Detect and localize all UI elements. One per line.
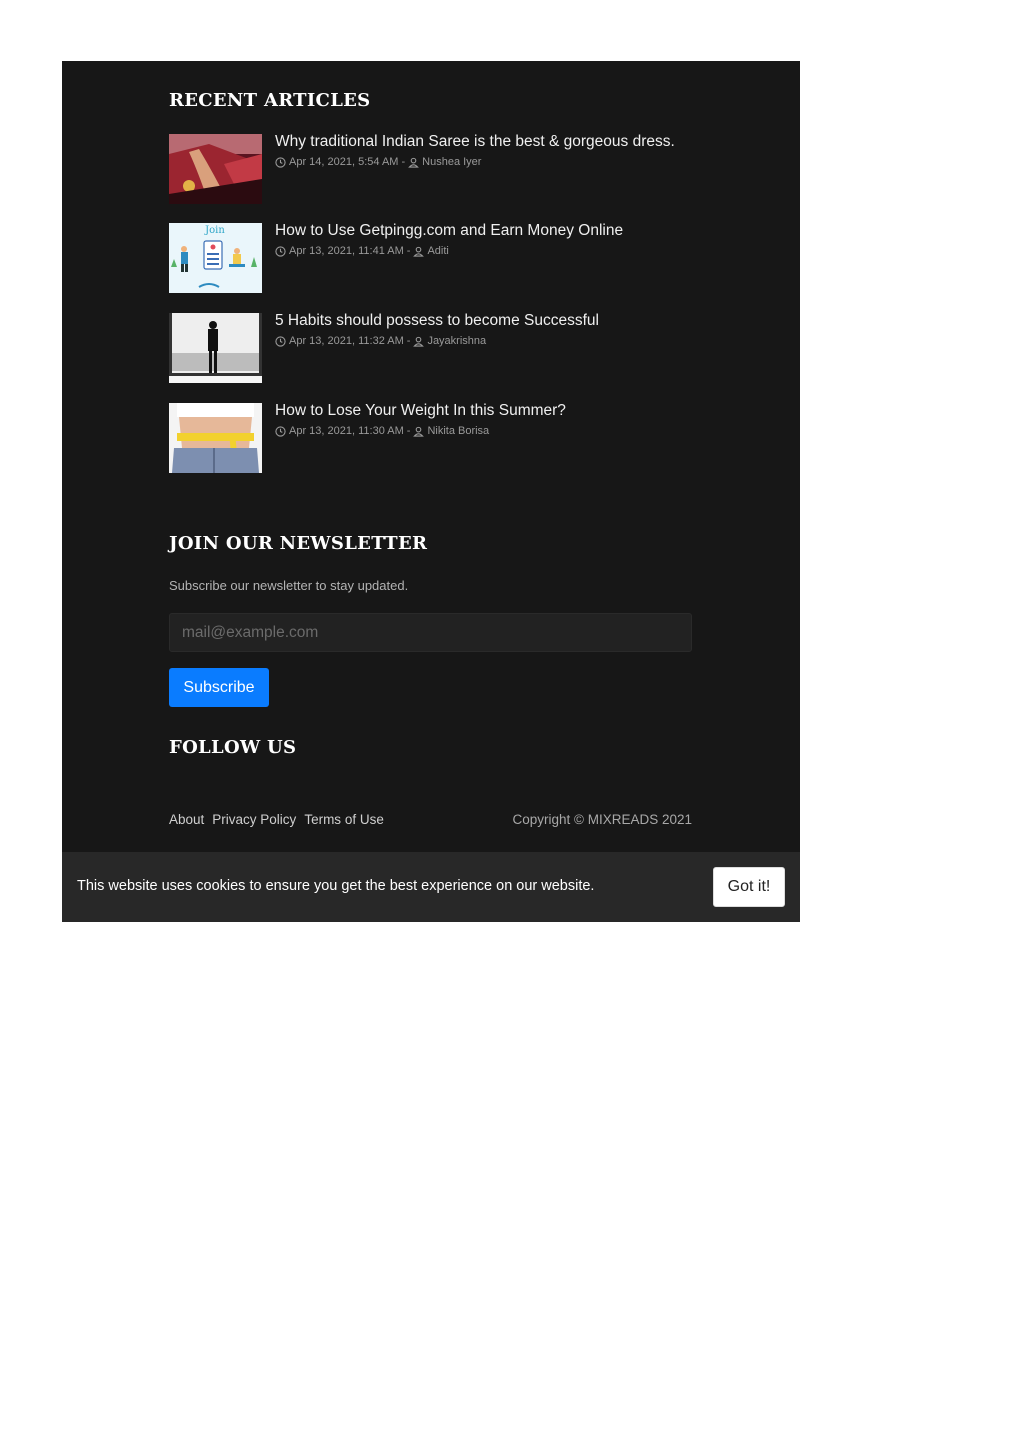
footer-links: About Privacy Policy Terms of Use: [169, 812, 384, 827]
user-icon: [413, 426, 425, 437]
article-item[interactable]: Why traditional Indian Saree is the best…: [169, 133, 692, 204]
article-author[interactable]: Nikita Borisa: [427, 425, 489, 437]
copyright-text: Copyright © MIXREADS 2021: [512, 812, 692, 827]
article-title[interactable]: How to Use Getpingg.com and Earn Money O…: [275, 222, 623, 240]
article-title[interactable]: 5 Habits should possess to become Succes…: [275, 312, 599, 330]
meta-separator: -: [406, 335, 411, 347]
article-item[interactable]: How to Lose Your Weight In this Summer? …: [169, 402, 692, 473]
newsletter-description: Subscribe our newsletter to stay updated…: [169, 578, 409, 593]
user-icon: [408, 157, 420, 168]
article-date: Apr 13, 2021, 11:41 AM: [289, 245, 404, 257]
article-title[interactable]: Why traditional Indian Saree is the best…: [275, 133, 675, 151]
cookie-message: This website uses cookies to ensure you …: [77, 878, 595, 894]
privacy-policy-link[interactable]: Privacy Policy: [212, 812, 296, 827]
footer-panel: RECENT ARTICLES Why traditional Indian S…: [62, 61, 800, 922]
recent-articles-heading: RECENT ARTICLES: [169, 90, 371, 111]
subscribe-button[interactable]: Subscribe: [169, 668, 269, 707]
article-item[interactable]: 5 Habits should possess to become Succes…: [169, 312, 692, 383]
article-date: Apr 13, 2021, 11:32 AM: [289, 335, 404, 347]
man-at-window-photo[interactable]: [169, 313, 262, 383]
article-meta: Apr 13, 2021, 11:30 AM - Nikita Borisa: [275, 425, 489, 437]
article-author[interactable]: Jayakrishna: [427, 335, 486, 347]
article-author[interactable]: Nushea Iyer: [422, 156, 481, 168]
user-icon: [413, 246, 425, 257]
got-it-button[interactable]: Got it!: [713, 867, 785, 907]
article-author[interactable]: Aditi: [427, 245, 448, 257]
meta-separator: -: [401, 156, 406, 168]
about-link[interactable]: About: [169, 812, 204, 827]
article-date: Apr 13, 2021, 11:30 AM: [289, 425, 404, 437]
article-meta: Apr 13, 2021, 11:41 AM - Aditi: [275, 245, 449, 257]
meta-separator: -: [406, 425, 411, 437]
measuring-tape-photo[interactable]: [169, 403, 262, 473]
follow-us-heading: FOLLOW US: [169, 737, 297, 758]
article-title[interactable]: How to Lose Your Weight In this Summer?: [275, 402, 566, 420]
email-field[interactable]: [169, 613, 692, 652]
article-meta: Apr 14, 2021, 5:54 AM - Nushea Iyer: [275, 156, 481, 168]
terms-of-use-link[interactable]: Terms of Use: [304, 812, 384, 827]
clock-icon: [275, 156, 286, 168]
saree-photo[interactable]: [169, 134, 262, 204]
clock-icon: [275, 245, 286, 257]
cookie-consent-bar: This website uses cookies to ensure you …: [62, 852, 800, 922]
clock-icon: [275, 425, 286, 437]
user-icon: [413, 336, 425, 347]
article-meta: Apr 13, 2021, 11:32 AM - Jayakrishna: [275, 335, 486, 347]
meta-separator: -: [406, 245, 411, 257]
article-date: Apr 14, 2021, 5:54 AM: [289, 156, 399, 168]
newsletter-heading: JOIN OUR NEWSLETTER: [169, 533, 428, 554]
clock-icon: [275, 335, 286, 347]
thumb-join-text: Join: [204, 225, 225, 236]
article-item[interactable]: Join How to Use Getpingg.com and Earn Mo…: [169, 222, 692, 293]
join-illustration[interactable]: Join: [169, 223, 262, 293]
